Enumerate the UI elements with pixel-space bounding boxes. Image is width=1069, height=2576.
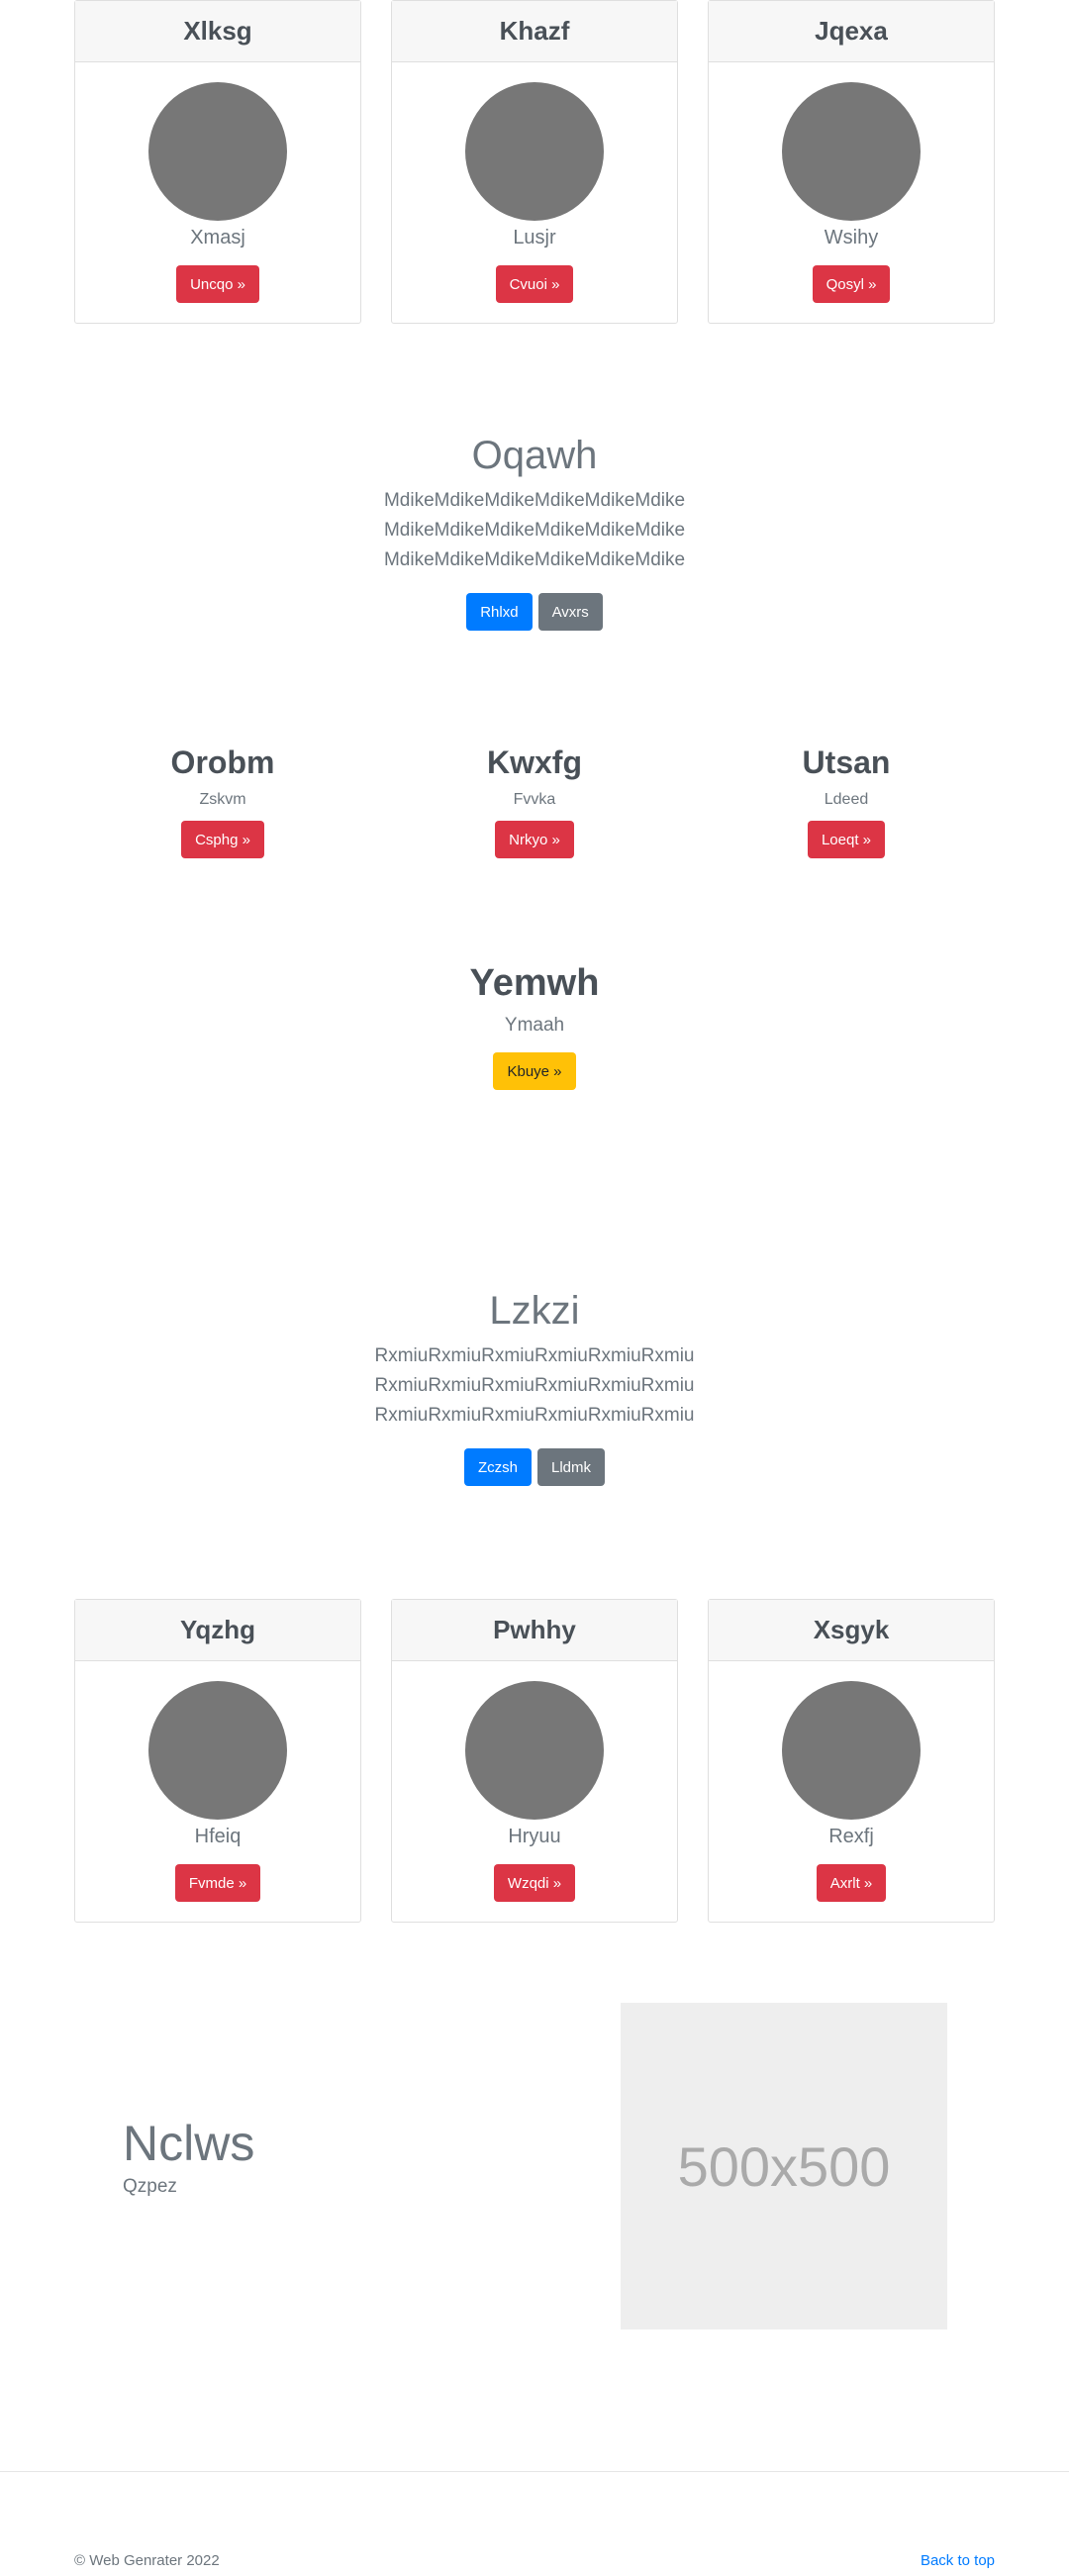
hero-text-line: RxmiuRxmiuRxmiuRxmiuRxmiuRxmiu bbox=[374, 1375, 695, 1396]
hero-section: Oqawh MdikeMdikeMdikeMdikeMdikeMdike Mdi… bbox=[0, 434, 1069, 631]
card-subtitle: Wsihy bbox=[824, 227, 879, 248]
card-button[interactable]: Axrlt » bbox=[816, 1864, 887, 1902]
split-title: Nclws bbox=[123, 2116, 255, 2171]
card-subtitle: Hfeiq bbox=[194, 1826, 242, 1847]
top-card-row: Xlksg Xmasj Uncqo » Khazf Lusjr Cvuoi » … bbox=[74, 0, 995, 324]
card-button[interactable]: Fvmde » bbox=[174, 1864, 261, 1902]
avatar bbox=[148, 82, 287, 221]
feature-row: Orobm Zskvm Csphg » Kwxfg Fvvka Nrkyo » … bbox=[74, 744, 995, 858]
footer-divider bbox=[0, 2471, 1069, 2472]
card-title: Pwhhy bbox=[392, 1600, 677, 1661]
hero-title: Oqawh bbox=[471, 434, 598, 477]
hero-secondary-button[interactable]: Lldmk bbox=[537, 1448, 606, 1486]
avatar bbox=[148, 1681, 287, 1820]
hero-secondary-button[interactable]: Avxrs bbox=[537, 593, 603, 631]
placeholder-image: 500x500 bbox=[621, 2003, 947, 2329]
feature-column: Utsan Ldeed Loeqt » bbox=[698, 744, 995, 858]
profile-card: Xsgyk Rexfj Axrlt » bbox=[708, 1599, 995, 1923]
card-button[interactable]: Cvuoi » bbox=[495, 265, 574, 303]
feature-subtitle: Fvvka bbox=[513, 791, 556, 808]
hero-title: Lzkzi bbox=[489, 1289, 580, 1333]
hero-text-line: MdikeMdikeMdikeMdikeMdikeMdike bbox=[383, 490, 686, 511]
feature-title: Utsan bbox=[802, 744, 891, 780]
avatar bbox=[782, 82, 921, 221]
card-title: Xsgyk bbox=[709, 1600, 994, 1661]
feature-subtitle: Zskvm bbox=[199, 791, 246, 808]
hero-section-2: Lzkzi RxmiuRxmiuRxmiuRxmiuRxmiuRxmiu Rxm… bbox=[0, 1289, 1069, 1486]
profile-card: Jqexa Wsihy Qosyl » bbox=[708, 0, 995, 324]
feature-button[interactable]: Nrkyo » bbox=[495, 821, 574, 858]
split-text: Nclws Qzpez bbox=[123, 2115, 254, 2198]
cta-subtitle: Ymaah bbox=[504, 1015, 565, 1036]
hero-primary-button[interactable]: Zczsh bbox=[463, 1448, 532, 1486]
cta-section: Yemwh Ymaah Kbuye » bbox=[0, 962, 1069, 1090]
feature-title: Orobm bbox=[170, 744, 275, 780]
card-subtitle: Rexfj bbox=[828, 1826, 874, 1847]
profile-card: Khazf Lusjr Cvuoi » bbox=[391, 0, 678, 324]
avatar bbox=[782, 1681, 921, 1820]
cta-button[interactable]: Kbuye » bbox=[493, 1052, 576, 1090]
feature-button[interactable]: Loeqt » bbox=[807, 821, 886, 858]
feature-title: Kwxfg bbox=[487, 744, 582, 780]
hero-text-line: RxmiuRxmiuRxmiuRxmiuRxmiuRxmiu bbox=[374, 1405, 695, 1426]
hero-text-line: MdikeMdikeMdikeMdikeMdikeMdike bbox=[383, 520, 686, 541]
card-title: Yqzhg bbox=[75, 1600, 360, 1661]
bottom-card-row: Yqzhg Hfeiq Fvmde » Pwhhy Hryuu Wzqdi » … bbox=[74, 1599, 995, 1923]
footer: © Web Genrater 2022 Back to top bbox=[74, 2552, 995, 2569]
feature-button[interactable]: Csphg » bbox=[181, 821, 264, 858]
card-button[interactable]: Wzqdi » bbox=[493, 1864, 576, 1902]
avatar bbox=[465, 82, 604, 221]
footer-copyright: © Web Genrater 2022 bbox=[74, 2552, 220, 2569]
back-to-top-link[interactable]: Back to top bbox=[921, 2552, 995, 2569]
card-button[interactable]: Qosyl » bbox=[812, 265, 891, 303]
card-button[interactable]: Uncqo » bbox=[176, 265, 259, 303]
profile-card: Xlksg Xmasj Uncqo » bbox=[74, 0, 361, 324]
card-title: Khazf bbox=[392, 1, 677, 62]
profile-card: Yqzhg Hfeiq Fvmde » bbox=[74, 1599, 361, 1923]
feature-subtitle: Ldeed bbox=[824, 791, 869, 808]
card-subtitle: Lusjr bbox=[513, 227, 556, 248]
hero-text-line: MdikeMdikeMdikeMdikeMdikeMdike bbox=[383, 549, 686, 570]
card-title: Xlksg bbox=[75, 1, 360, 62]
avatar bbox=[465, 1681, 604, 1820]
split-subtitle: Qzpez bbox=[123, 2176, 177, 2197]
profile-card: Pwhhy Hryuu Wzqdi » bbox=[391, 1599, 678, 1923]
hero-text-line: RxmiuRxmiuRxmiuRxmiuRxmiuRxmiu bbox=[374, 1345, 695, 1366]
feature-column: Orobm Zskvm Csphg » bbox=[74, 744, 371, 858]
feature-column: Kwxfg Fvvka Nrkyo » bbox=[386, 744, 683, 858]
card-subtitle: Hryuu bbox=[508, 1826, 561, 1847]
cta-title: Yemwh bbox=[469, 962, 600, 1004]
card-title: Jqexa bbox=[709, 1, 994, 62]
placeholder-label: 500x500 bbox=[677, 2134, 891, 2198]
hero-primary-button[interactable]: Rhlxd bbox=[466, 593, 533, 631]
card-subtitle: Xmasj bbox=[190, 227, 245, 248]
